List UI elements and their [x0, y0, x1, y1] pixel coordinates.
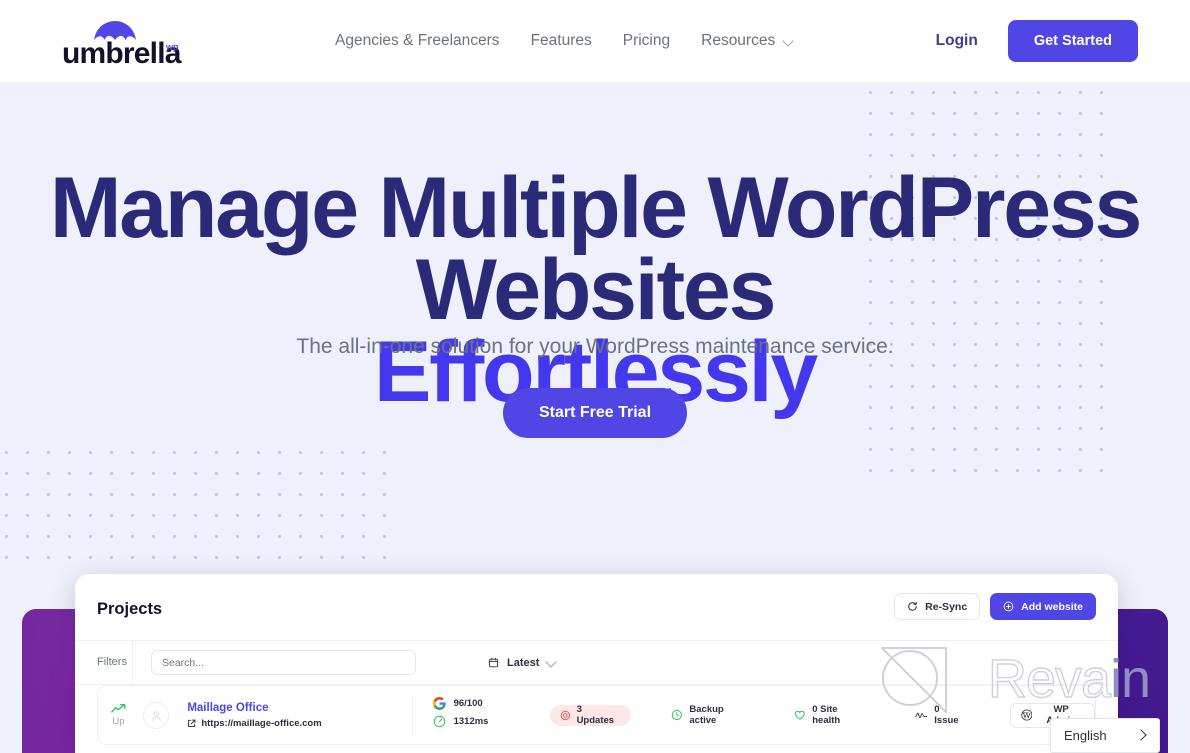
resync-button-label: Re-Sync: [925, 600, 968, 613]
nav-item-features[interactable]: Features: [531, 30, 592, 52]
resync-button[interactable]: Re-Sync: [894, 593, 981, 620]
page-title: Manage Multiple WordPress Websites Effor…: [0, 165, 1190, 415]
nav-item-resources[interactable]: Resources: [701, 30, 795, 52]
row-divider: [411, 695, 413, 735]
filters-label: Filters: [75, 640, 133, 685]
calendar-icon: [488, 657, 499, 668]
dashboard-header: Projects Re-Sync Add website: [75, 574, 1118, 640]
add-website-button-label: Add website: [1021, 600, 1083, 613]
external-link-icon: [188, 719, 196, 727]
login-link[interactable]: Login: [936, 32, 978, 50]
nav-item-agencies-freelancers[interactable]: Agencies & Freelancers: [335, 30, 500, 52]
google-score-value: 96/100: [453, 698, 483, 709]
projects-list: Up Maillage Office https://maillage-offi…: [75, 685, 1118, 753]
hero-subtitle: The all-in-one solution for your WordPre…: [296, 335, 894, 358]
language-selector-value: English: [1064, 728, 1107, 743]
nav-item-pricing[interactable]: Pricing: [623, 30, 670, 52]
table-row[interactable]: Up Maillage Office https://maillage-offi…: [97, 685, 1096, 745]
sort-dropdown[interactable]: Latest: [488, 657, 558, 669]
uptime-trend-icon: [111, 704, 126, 713]
response-time-value: 1312ms: [453, 716, 489, 727]
backup-clock-icon: [671, 709, 682, 721]
status-backup: Backup active: [671, 704, 752, 726]
google-icon: [432, 697, 446, 710]
search-input[interactable]: [151, 650, 416, 675]
start-free-trial-button[interactable]: Start Free Trial: [502, 388, 688, 438]
status-site-health: 0 Site health: [794, 704, 867, 726]
sort-dropdown-label: Latest: [507, 656, 540, 669]
uptime-status: Up: [98, 703, 139, 727]
dashboard-header-actions: Re-Sync Add website: [894, 593, 1096, 620]
navbar-actions: Login Get Started: [936, 20, 1138, 62]
site-url[interactable]: https://maillage-office.com: [201, 718, 321, 729]
logo-superscript: wp: [166, 42, 179, 52]
issues-label: 0 Issue: [934, 704, 959, 726]
user-icon: [151, 710, 161, 721]
dashboard-filter-bar: Filters Latest: [75, 640, 1118, 685]
projects-dashboard-card: Projects Re-Sync Add website Filters Sea…: [75, 574, 1118, 753]
response-time-row: 1312ms: [433, 715, 540, 728]
backup-label: Backup active: [689, 704, 724, 726]
primary-navigation: Agencies & Freelancers Features Pricing …: [335, 30, 795, 52]
uptime-label: Up: [112, 716, 125, 727]
site-logo[interactable]: umbrella wp: [62, 20, 182, 70]
chevron-down-icon: [784, 36, 795, 47]
status-badge-updates[interactable]: 3 Updates: [549, 704, 631, 726]
nav-item-resources-label: Resources: [701, 32, 776, 49]
status-issues: 0 Issue: [914, 704, 966, 726]
dashboard-title: Projects: [97, 600, 163, 618]
chevron-down-icon: [547, 657, 558, 668]
pulse-wave-icon: [914, 712, 928, 718]
google-score-row: 96/100: [432, 697, 540, 710]
get-started-button[interactable]: Get Started: [1007, 20, 1138, 62]
hero-cta-container: Start Free Trial: [0, 388, 1190, 438]
hero-heading-line-1: Manage Multiple WordPress Websites: [49, 160, 1142, 338]
dot-pattern-left: [0, 442, 386, 572]
heart-icon: [794, 710, 805, 720]
site-health-label: 0 Site health: [812, 704, 841, 726]
add-website-button[interactable]: Add website: [990, 593, 1096, 620]
site-navbar: umbrella wp Agencies & Freelancers Featu…: [0, 0, 1190, 82]
refresh-icon: [908, 601, 917, 611]
site-name[interactable]: Maillage Office: [187, 702, 411, 714]
logo-wordmark: umbrella: [62, 37, 181, 70]
avatar: [142, 701, 170, 729]
plus-circle-icon: [1003, 601, 1014, 612]
language-selector[interactable]: English: [1050, 718, 1160, 753]
updates-label: 3 Updates: [576, 704, 615, 726]
site-info: Maillage Office https://maillage-office.…: [187, 702, 411, 729]
updates-icon: [560, 710, 570, 720]
chevron-right-icon: [1137, 731, 1146, 740]
wordpress-icon: [1020, 709, 1032, 721]
performance-scores: 96/100 1312ms: [432, 697, 540, 733]
speed-gauge-icon: [433, 715, 445, 728]
site-url-row: https://maillage-office.com: [187, 718, 411, 729]
